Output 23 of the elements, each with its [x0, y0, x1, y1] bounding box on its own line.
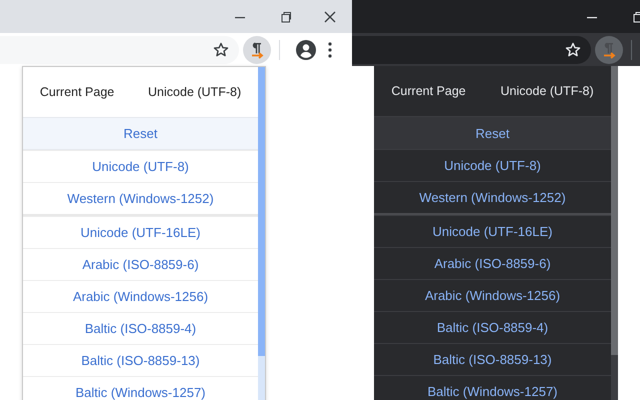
close-icon[interactable] — [324, 10, 336, 22]
reset-button[interactable]: Reset — [23, 117, 258, 150]
encoding-item[interactable]: Western (Windows-1252) — [23, 182, 258, 214]
encoding-item[interactable]: Unicode (UTF-16LE) — [23, 216, 258, 248]
encoding-item[interactable]: Baltic (Windows-1257) — [23, 376, 258, 400]
encoding-item[interactable]: Baltic (ISO-8859-4) — [23, 312, 258, 344]
restore-icon[interactable] — [631, 10, 640, 22]
encoding-item[interactable]: Arabic (ISO-8859-6) — [23, 248, 258, 280]
menu-icon[interactable] — [328, 42, 332, 58]
profile-icon[interactable] — [296, 40, 316, 60]
current-encoding: Unicode (UTF-8) — [148, 85, 242, 99]
reset-button[interactable]: Reset — [374, 116, 611, 149]
extension-icon[interactable] — [595, 36, 623, 64]
restore-icon[interactable] — [279, 10, 291, 22]
encoding-item[interactable]: Arabic (Windows-1256) — [23, 280, 258, 312]
extension-icon[interactable] — [243, 36, 271, 64]
current-encoding: Unicode (UTF-8) — [500, 84, 594, 98]
encoding-item[interactable]: Unicode (UTF-8) — [23, 150, 258, 182]
current-page-label: Current Page — [40, 85, 114, 99]
current-page-label: Current Page — [391, 84, 466, 98]
encoding-item[interactable]: Baltic (ISO-8859-13) — [23, 344, 258, 376]
star-icon[interactable] — [213, 42, 229, 58]
encoding-item[interactable]: Baltic (Windows-1257) — [374, 375, 611, 400]
